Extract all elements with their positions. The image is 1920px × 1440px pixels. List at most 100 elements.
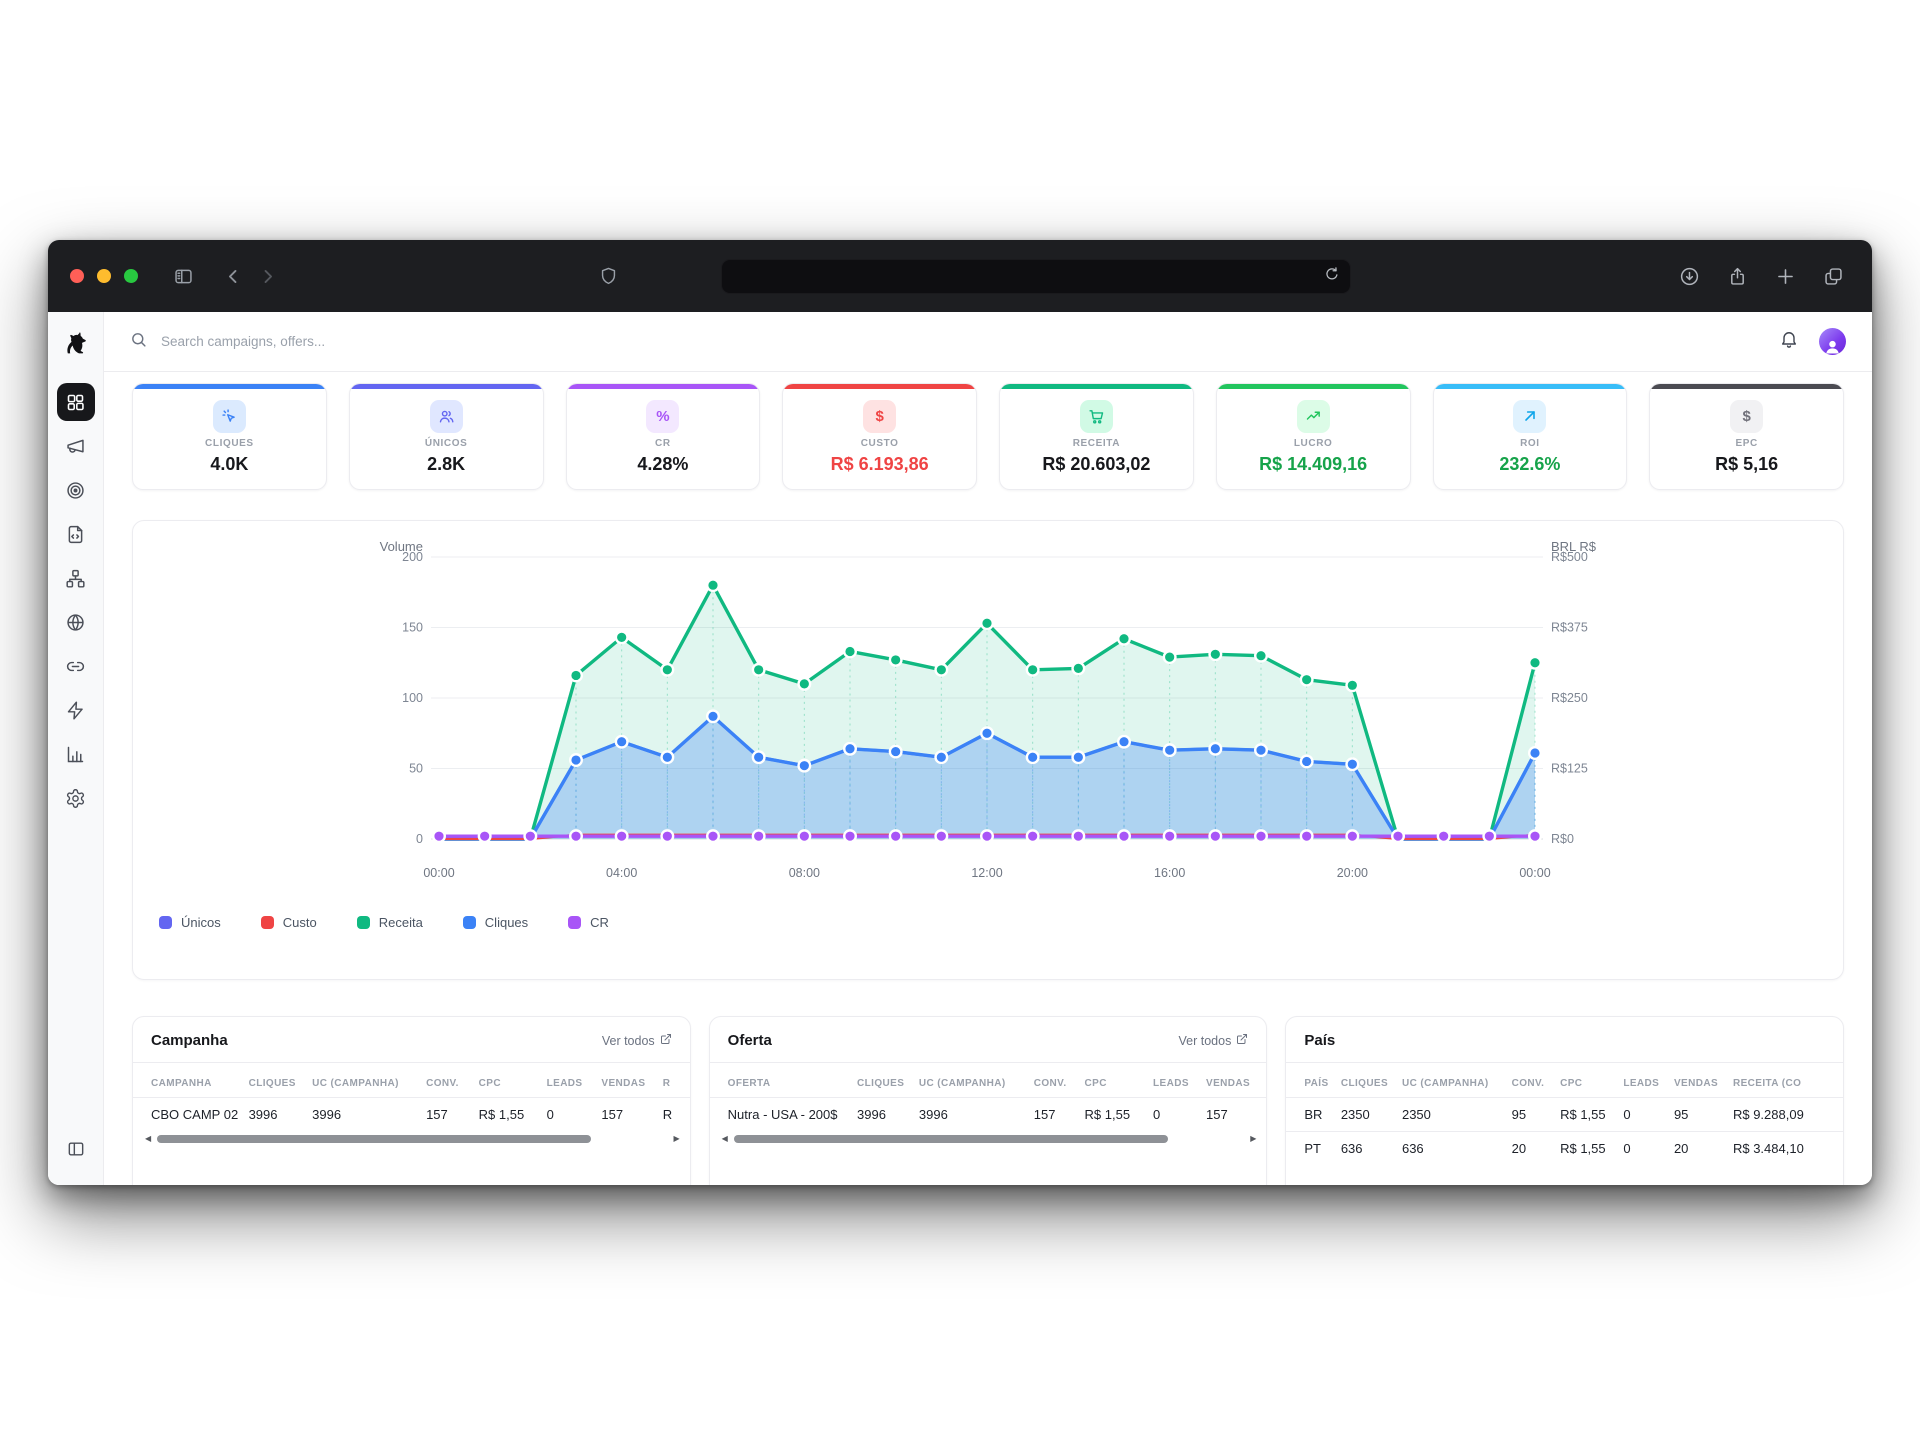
address-bar[interactable] <box>721 259 1351 294</box>
search-input[interactable] <box>159 333 579 350</box>
sidebar-item-campaigns-megaphone-icon[interactable] <box>57 427 95 465</box>
app-header <box>104 312 1872 372</box>
share-icon[interactable] <box>1720 261 1754 291</box>
sidebar-collapse-icon[interactable] <box>57 1130 95 1168</box>
kpi-card-receita: RECEITAR$ 20.603,02 <box>999 383 1194 490</box>
sidebar-item-funnels-network-icon[interactable] <box>57 559 95 597</box>
table-row[interactable]: Nutra - USA - 200$39963996157R$ 1,550157 <box>710 1098 1267 1132</box>
campanha-ver-todos-link[interactable]: Ver todos <box>602 1033 672 1048</box>
horizontal-scrollbar[interactable]: ◀▶ <box>710 1131 1267 1143</box>
traffic-chart: VolumeBRL R$0R$050R$125100R$250150R$3752… <box>133 539 1845 889</box>
kpi-value: 2.8K <box>427 454 465 475</box>
search-bar[interactable] <box>130 331 1779 353</box>
svg-text:00:00: 00:00 <box>423 866 454 880</box>
sidebar-item-domains-globe-icon[interactable] <box>57 603 95 641</box>
sidebar-item-settings-gear-icon[interactable] <box>57 779 95 817</box>
table-cell: 3996 <box>913 1098 1028 1132</box>
notifications-bell-icon[interactable] <box>1779 329 1799 354</box>
oferta-ver-todos-link[interactable]: Ver todos <box>1179 1033 1249 1048</box>
arrow-up-right-icon <box>1513 400 1546 433</box>
sidebar-item-automation-zap-icon[interactable] <box>57 691 95 729</box>
legend-item-receita[interactable]: Receita <box>357 915 423 930</box>
cart-icon <box>1080 400 1113 433</box>
table-cell: R$ 1,55 <box>1079 1098 1147 1132</box>
table-cell: 0 <box>1617 1132 1668 1166</box>
address-input[interactable] <box>732 268 1324 285</box>
oferta-table-card: OfertaVer todosOFERTACLIQUESUC (CAMPANHA… <box>709 1016 1268 1185</box>
scroll-left-arrow[interactable]: ◀ <box>145 1135 151 1143</box>
kpi-label: ROI <box>1520 438 1540 449</box>
table-cell: 3996 <box>306 1098 420 1132</box>
table-cell: BR <box>1286 1098 1334 1132</box>
table-cell: 157 <box>1200 1098 1266 1132</box>
close-window-button[interactable] <box>70 269 84 283</box>
legend-item-únicos[interactable]: Únicos <box>159 915 221 930</box>
table-title: País <box>1304 1032 1335 1049</box>
column-header: UC (CAMPANHA) <box>913 1069 1028 1098</box>
cursor-click-icon <box>213 400 246 433</box>
legend-item-cr[interactable]: CR <box>568 915 609 930</box>
column-header: CLIQUES <box>851 1069 913 1098</box>
svg-text:0: 0 <box>416 832 423 846</box>
legend-item-cliques[interactable]: Cliques <box>463 915 528 930</box>
sidebar-item-pages-file-code-icon[interactable] <box>57 515 95 553</box>
zoom-window-button[interactable] <box>124 269 138 283</box>
table-cell: R$ 1,55 <box>1554 1132 1617 1166</box>
scroll-right-arrow[interactable]: ▶ <box>1250 1135 1256 1143</box>
new-tab-icon[interactable] <box>1768 261 1802 291</box>
kpi-card-roi: ROI232.6% <box>1433 383 1628 490</box>
table-cell: 157 <box>1028 1098 1079 1132</box>
forward-button[interactable] <box>250 261 284 291</box>
kpi-card-epc: $EPCR$ 5,16 <box>1649 383 1844 490</box>
table-row[interactable]: CBO CAMP 0239963996157R$ 1,550157R <box>133 1098 690 1132</box>
kpi-value: R$ 5,16 <box>1715 454 1778 475</box>
shield-icon[interactable] <box>591 261 625 291</box>
sidebar-item-dashboard[interactable] <box>57 383 95 421</box>
svg-text:12:00: 12:00 <box>971 866 1002 880</box>
scrollbar-track[interactable] <box>157 1135 667 1143</box>
table-cell: PT <box>1286 1132 1334 1166</box>
table-row[interactable]: PT63663620R$ 1,55020R$ 3.484,10 <box>1286 1132 1843 1166</box>
user-avatar[interactable] <box>1819 328 1846 355</box>
app-logo-dog-icon[interactable] <box>61 328 91 358</box>
column-header: CONV. <box>420 1069 473 1098</box>
legend-label: Custo <box>283 915 317 930</box>
legend-swatch <box>261 916 274 929</box>
scrollbar-thumb[interactable] <box>734 1135 1168 1143</box>
scrollbar-track[interactable] <box>734 1135 1244 1143</box>
reload-icon[interactable] <box>1324 266 1340 287</box>
scroll-right-arrow[interactable]: ▶ <box>674 1135 680 1143</box>
legend-item-custo[interactable]: Custo <box>261 915 317 930</box>
legend-swatch <box>463 916 476 929</box>
tab-overview-icon[interactable] <box>1816 261 1850 291</box>
scrollbar-thumb[interactable] <box>157 1135 591 1143</box>
horizontal-scrollbar[interactable]: ◀▶ <box>133 1131 690 1143</box>
column-header: CPC <box>473 1069 541 1098</box>
sidebar-item-links-link-icon[interactable] <box>57 647 95 685</box>
column-header: CONV. <box>1506 1069 1554 1098</box>
table-cell: 20 <box>1506 1132 1554 1166</box>
svg-text:R$375: R$375 <box>1551 621 1588 635</box>
kpi-card-cr: %CR4.28% <box>566 383 761 490</box>
table-row[interactable]: BR2350235095R$ 1,55095R$ 9.288,09 <box>1286 1098 1843 1132</box>
traffic-chart-panel: VolumeBRL R$0R$050R$125100R$250150R$3752… <box>132 520 1844 980</box>
scroll-left-arrow[interactable]: ◀ <box>722 1135 728 1143</box>
minimize-window-button[interactable] <box>97 269 111 283</box>
svg-text:150: 150 <box>402 621 423 635</box>
external-link-icon <box>1236 1033 1248 1048</box>
back-button[interactable] <box>216 261 250 291</box>
column-header: CPC <box>1079 1069 1147 1098</box>
percent-icon: % <box>646 400 679 433</box>
browser-sidebar-toggle-icon[interactable] <box>166 261 200 291</box>
sidebar-item-offers-target-icon[interactable] <box>57 471 95 509</box>
table-cell: 636 <box>1335 1132 1396 1166</box>
kpi-label: LUCRO <box>1294 438 1333 449</box>
svg-text:20:00: 20:00 <box>1337 866 1368 880</box>
sidebar-item-reports-bar-chart-icon[interactable] <box>57 735 95 773</box>
downloads-icon[interactable] <box>1672 261 1706 291</box>
users-icon <box>430 400 463 433</box>
column-header: CPC <box>1554 1069 1617 1098</box>
table-cell: Nutra - USA - 200$ <box>710 1098 851 1132</box>
column-header: VENDAS <box>1200 1069 1266 1098</box>
column-header: UC (CAMPANHA) <box>1396 1069 1506 1098</box>
